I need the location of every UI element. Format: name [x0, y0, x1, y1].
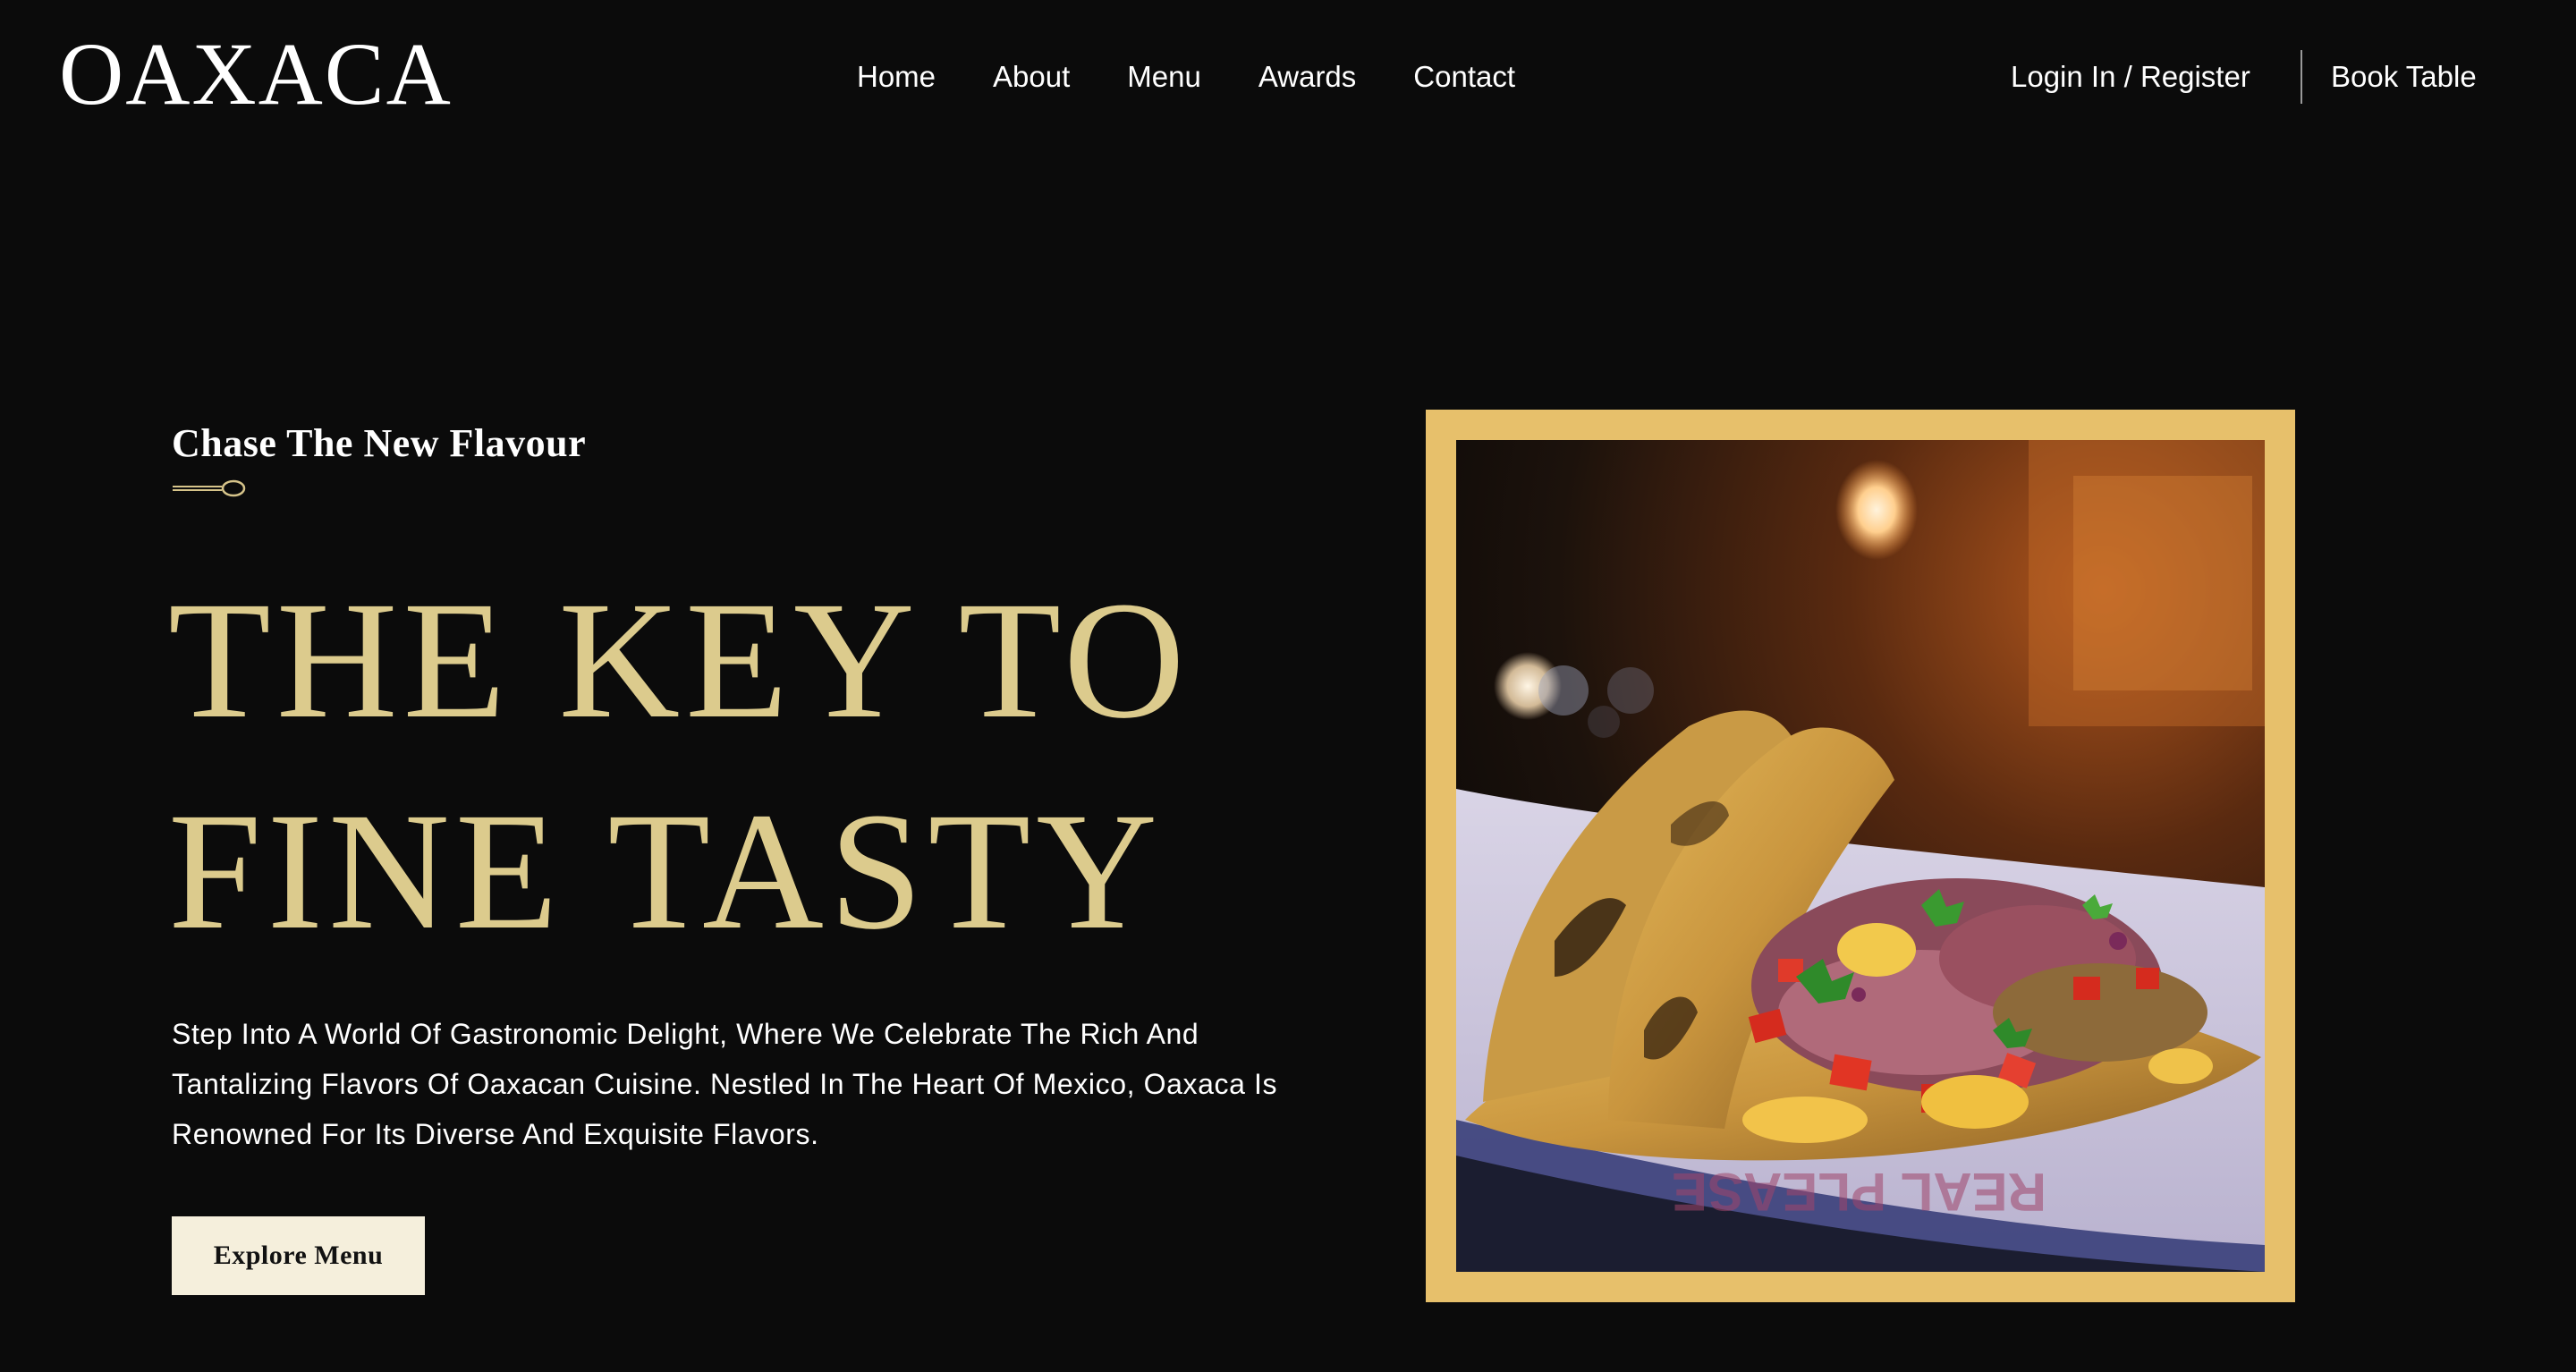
- book-table-link[interactable]: Book Table: [2331, 54, 2477, 100]
- spoon-icon: [173, 479, 246, 497]
- taco-photo: REAL PLEASE: [1456, 440, 2265, 1272]
- hero-description: Step Into A World Of Gastronomic Delight…: [172, 1018, 1278, 1150]
- nav-link-about[interactable]: About: [993, 54, 1070, 100]
- nav-link-home[interactable]: Home: [857, 54, 936, 100]
- main-nav: Home About Menu Awards Contact: [857, 54, 1515, 100]
- nav-link-contact[interactable]: Contact: [1413, 54, 1515, 100]
- login-register-link[interactable]: Login In / Register: [2011, 54, 2250, 100]
- nav-link-awards[interactable]: Awards: [1258, 54, 1356, 100]
- hero-headline: THE KEY TO FINE TASTY: [168, 555, 1191, 977]
- brand-logo[interactable]: OAXACA: [59, 25, 453, 123]
- taco-illustration: REAL PLEASE: [1456, 440, 2265, 1272]
- svg-text:REAL PLEASE: REAL PLEASE: [1672, 1162, 2046, 1222]
- hero-eyebrow: Chase The New Flavour: [172, 421, 587, 465]
- hero-image-frame: REAL PLEASE: [1426, 410, 2295, 1302]
- header-divider: [2301, 50, 2302, 104]
- nav-link-menu[interactable]: Menu: [1127, 54, 1201, 100]
- hero-headline-line-1: THE KEY TO: [168, 566, 1191, 753]
- explore-menu-button[interactable]: Explore Menu: [172, 1216, 425, 1295]
- hero-headline-line-2: FINE TASTY: [168, 777, 1164, 964]
